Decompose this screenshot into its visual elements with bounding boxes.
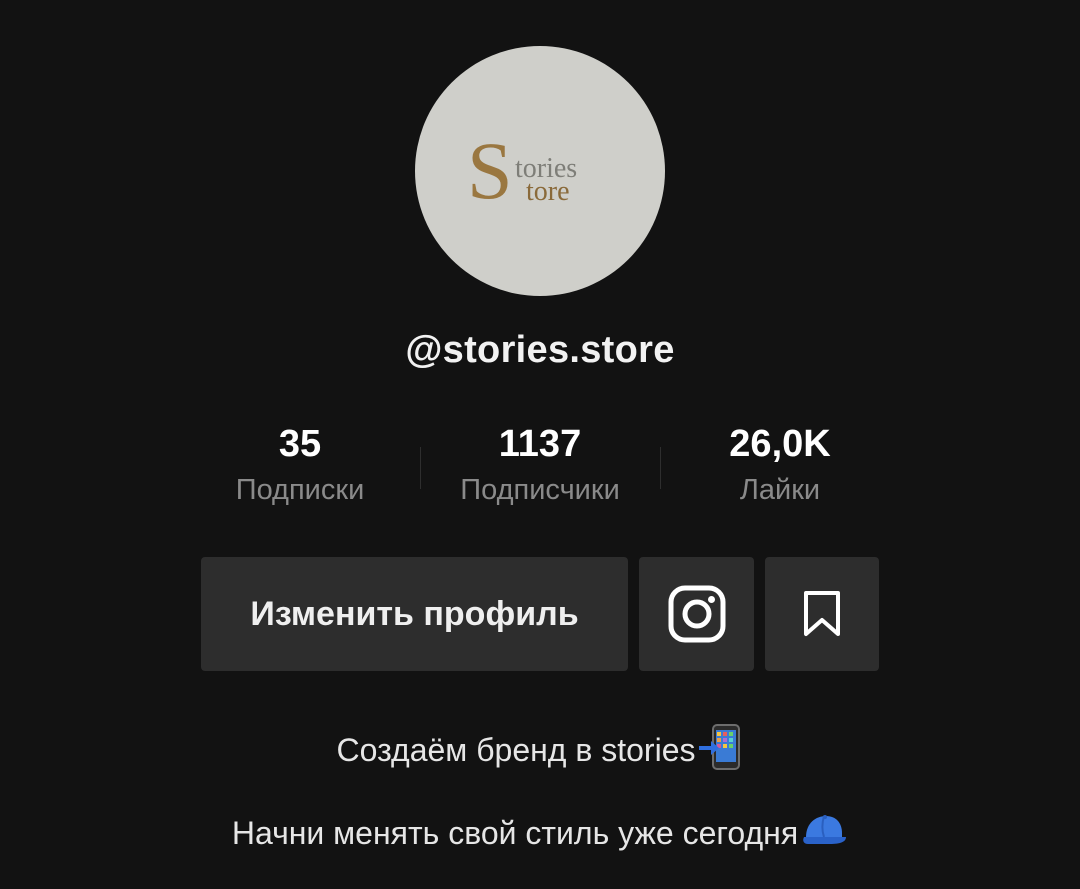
blue-cap-emoji: [800, 813, 848, 858]
logo-big-letter: S: [467, 125, 513, 216]
logo-line2: tore: [526, 176, 570, 207]
edit-profile-label: Изменить профиль: [250, 594, 579, 633]
stat-likes[interactable]: 26,0K Лайки: [660, 420, 900, 510]
following-count: 35: [278, 423, 322, 465]
edit-profile-button[interactable]: Изменить профиль: [201, 557, 628, 671]
stories-store-logo: S tories tore: [467, 125, 577, 216]
mobile-phone-arrow-emoji: [697, 724, 743, 781]
profile-avatar[interactable]: S tories tore: [415, 46, 665, 296]
instagram-icon: [668, 585, 725, 643]
bio-line-2-text: Начни менять свой стиль уже сегодня: [231, 815, 799, 851]
bio-line-1-text: Создаём бренд в stories: [336, 731, 696, 768]
bio-line-1: Создаём бренд в stories: [0, 724, 1080, 781]
username: @stories.store: [405, 329, 675, 371]
followers-label: Подписчики: [460, 474, 620, 506]
followers-count: 1137: [498, 423, 582, 465]
bookmark-icon: [804, 591, 840, 636]
following-label: Подписки: [235, 474, 365, 506]
bio-line-2: Начни менять свой стиль уже сегодня: [0, 811, 1080, 858]
profile-stats: 35 Подписки 1137 Подписчики 26,0K Лайки: [180, 420, 900, 520]
likes-count: 26,0K: [729, 423, 831, 465]
stat-following[interactable]: 35 Подписки: [180, 420, 420, 510]
stat-followers[interactable]: 1137 Подписчики: [420, 420, 660, 510]
favorites-button[interactable]: [765, 557, 879, 671]
instagram-button[interactable]: [639, 557, 754, 671]
likes-label: Лайки: [739, 474, 821, 506]
